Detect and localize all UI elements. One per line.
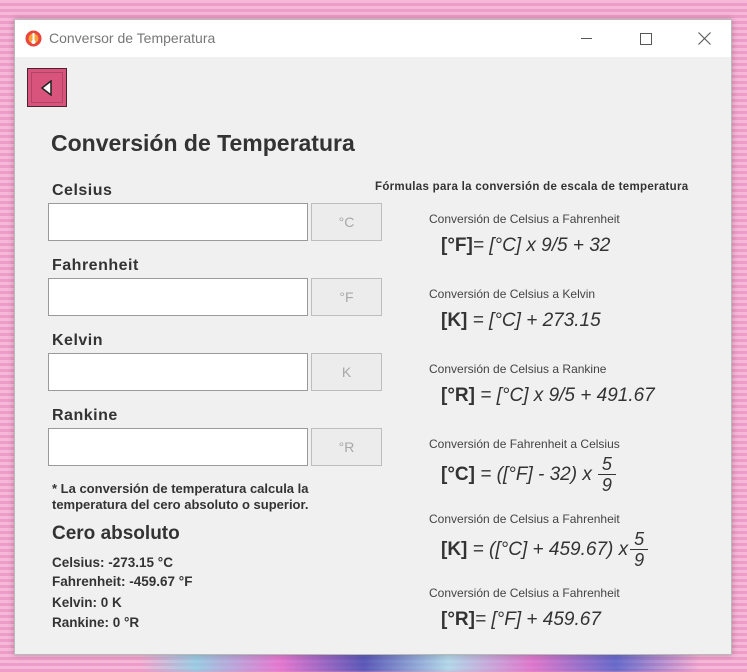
formula-subtitle: Conversión de Celsius a Fahrenheit: [429, 586, 620, 600]
app-window: Conversor de Temperatura Conversión de T…: [14, 19, 732, 655]
back-button[interactable]: [27, 68, 67, 107]
formula-equation: [°R] = [°F] + 459.67: [441, 609, 601, 631]
formula-rhs: = [°C] + 273.15: [467, 310, 601, 331]
fraction-numerator: 5: [597, 454, 616, 475]
formula-equation: [°C] = ([°F] - 32) x 5 9: [441, 454, 616, 495]
rankine-label: Rankine: [52, 407, 118, 424]
formula-subtitle: Conversión de Celsius a Fahrenheit: [429, 512, 620, 526]
formula-lhs: [°C]: [441, 463, 475, 485]
kelvin-unit-button[interactable]: K: [311, 353, 382, 391]
absolute-zero-note: * La conversión de temperatura calcula l…: [52, 481, 309, 512]
formula-subtitle: Conversión de Celsius a Fahrenheit: [429, 212, 620, 226]
fahrenheit-input[interactable]: [48, 278, 308, 316]
fraction-numerator: 5: [630, 529, 649, 550]
maximize-icon: [640, 32, 652, 45]
window-title: Conversor de Temperatura: [49, 30, 216, 46]
formula-subtitle: Conversión de Fahrenheit a Celsius: [429, 437, 620, 451]
close-icon: [697, 32, 711, 45]
close-button[interactable]: [681, 20, 727, 57]
celsius-input[interactable]: [48, 203, 308, 241]
formula-equation: [K] = [°C] + 273.15: [441, 310, 601, 332]
formula-lhs: [K]: [441, 310, 468, 331]
formula-subtitle: Conversión de Celsius a Kelvin: [429, 287, 596, 301]
formula-lhs: [°R]: [441, 385, 475, 406]
triangle-left-icon: [40, 79, 52, 96]
formula-equation: [°F] = [°C] x 9/5 + 32: [441, 235, 610, 257]
formula-rhs: = ([°F] - 32) x: [474, 463, 592, 485]
back-button-frame: [31, 72, 63, 103]
absolute-zero-title: Cero absoluto: [52, 523, 180, 544]
minimize-icon: [580, 38, 592, 39]
fahrenheit-label: Fahrenheit: [52, 257, 139, 274]
formulas-title: Fórmulas para la conversión de escala de…: [375, 181, 689, 193]
formula-rhs: = [°C] x 9/5 + 32: [472, 235, 611, 256]
fraction-denominator: 9: [634, 550, 645, 570]
formula-subtitle: Conversión de Celsius a Rankine: [429, 362, 607, 376]
formula-rhs: = [°C] x 9/5 + 491.67: [474, 385, 655, 406]
kelvin-input[interactable]: [48, 353, 308, 391]
absolute-zero-fahrenheit: Fahrenheit: -459.67 °F: [52, 574, 193, 589]
rankine-unit-button[interactable]: °R: [311, 428, 382, 466]
absolute-zero-rankine: Rankine: 0 °R: [52, 615, 140, 630]
page-title: Conversión de Temperatura: [51, 130, 355, 156]
formula-equation: [°R] = [°C] x 9/5 + 491.67: [441, 385, 655, 407]
formula-fraction: 5 9: [630, 529, 649, 570]
title-bar: Conversor de Temperatura: [15, 20, 731, 57]
minimize-button[interactable]: [563, 20, 609, 57]
formula-fraction: 5 9: [597, 454, 616, 495]
rankine-input[interactable]: [48, 428, 308, 466]
app-icon: [25, 30, 42, 47]
absolute-zero-kelvin: Kelvin: 0 K: [52, 595, 122, 610]
formula-lhs: [°R]: [441, 609, 475, 630]
formula-equation: [K] = ([°C] + 459.67) x 5 9: [441, 529, 649, 570]
absolute-zero-celsius: Celsius: -273.15 °C: [52, 555, 173, 570]
formula-rhs: = [°F] + 459.67: [474, 609, 601, 630]
maximize-button[interactable]: [623, 20, 669, 57]
fahrenheit-unit-button[interactable]: °F: [311, 278, 382, 316]
fraction-denominator: 9: [601, 475, 612, 495]
celsius-label: Celsius: [52, 182, 113, 199]
celsius-unit-button[interactable]: °C: [311, 203, 382, 241]
formula-rhs: = ([°C] + 459.67) x: [467, 538, 629, 560]
kelvin-label: Kelvin: [52, 332, 104, 349]
formula-lhs: [°F]: [441, 235, 473, 256]
formula-lhs: [K]: [441, 538, 468, 560]
